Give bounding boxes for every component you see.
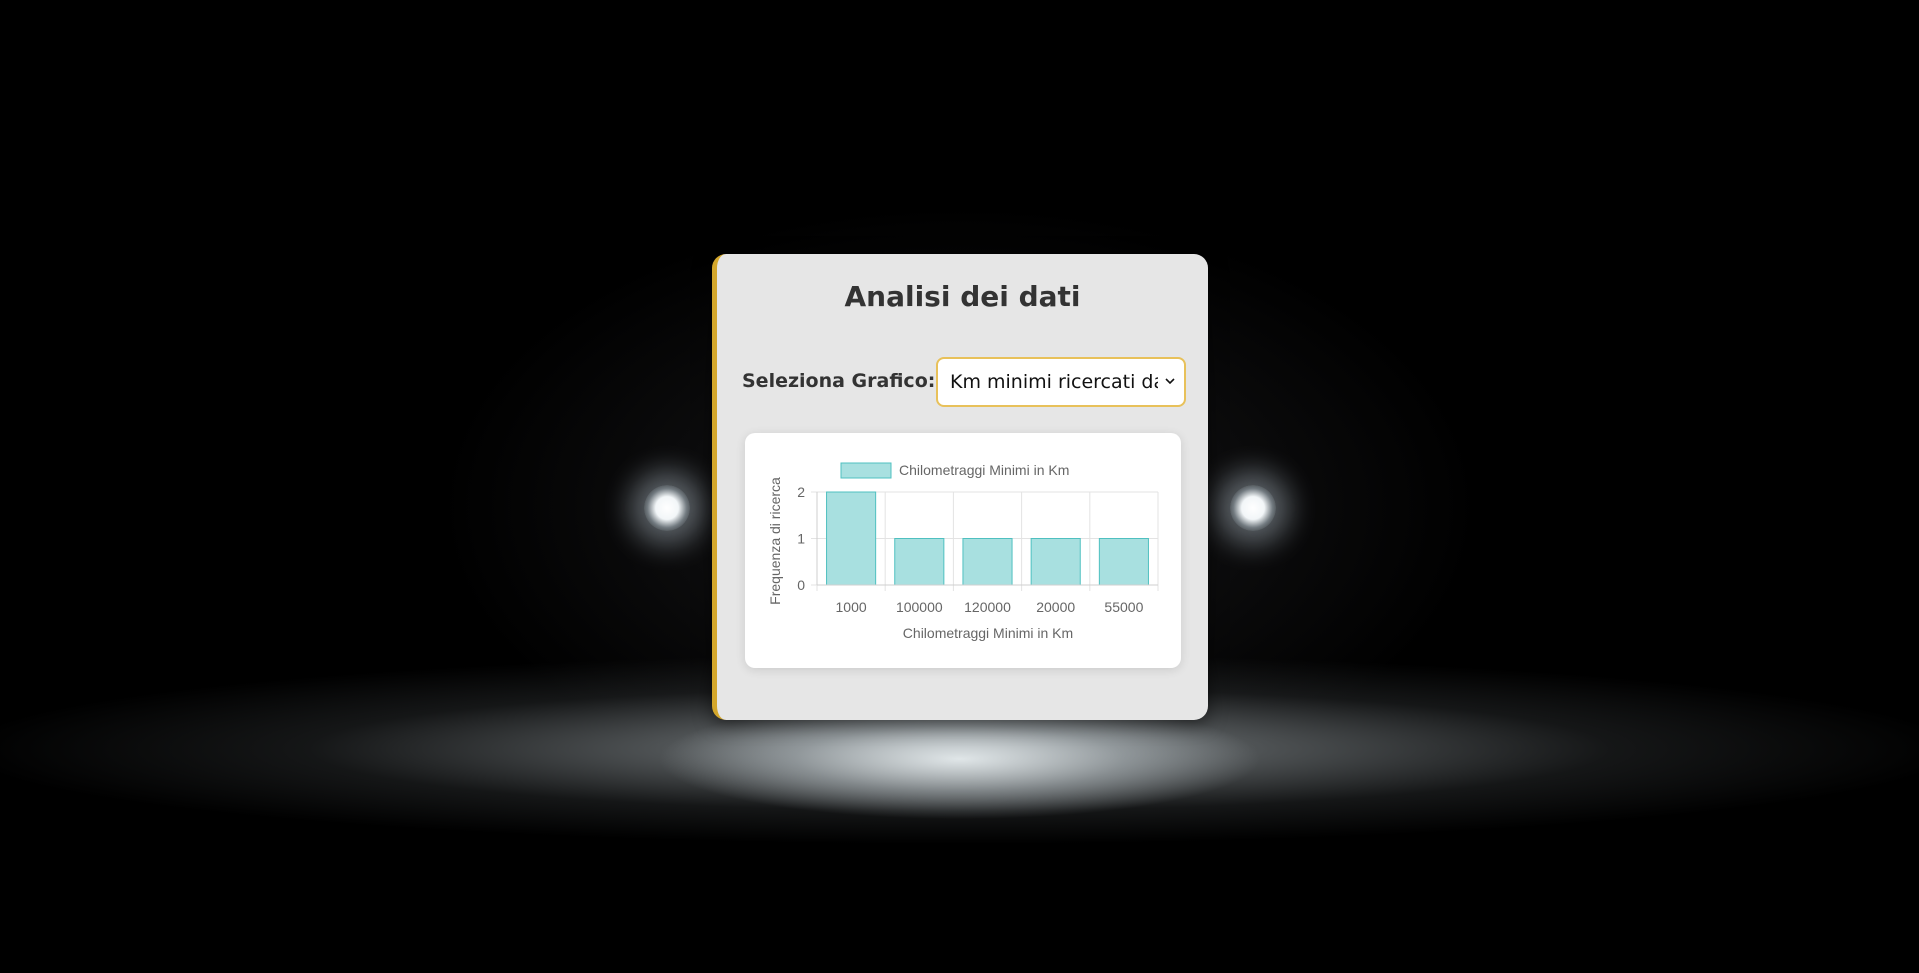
x-tick-label: 1000 (836, 599, 867, 615)
bar-1000[interactable] (826, 491, 877, 586)
select-label: Seleziona Grafico: (742, 370, 936, 392)
y-tick-label: 0 (797, 577, 805, 593)
bar-55000[interactable] (1098, 538, 1149, 586)
bar-20000[interactable] (1030, 538, 1081, 586)
page-title: Analisi dei dati (844, 280, 1081, 313)
chart-panel: 0 1 2 1000 100000 120000 20000 55000 Chilometra… (745, 433, 1181, 668)
bar-120000[interactable] (962, 538, 1013, 586)
x-tick-label: 100000 (896, 599, 943, 615)
analysis-card: Analisi dei dati Seleziona Grafico: Km m… (712, 254, 1208, 720)
x-tick-label: 120000 (964, 599, 1011, 615)
chart-select-dropdown[interactable]: Km minimi ricercati dagl (936, 357, 1186, 407)
legend-swatch (840, 462, 892, 479)
x-tick-label: 20000 (1036, 599, 1075, 615)
chart-bars (826, 491, 1149, 586)
bar-chart: 0 1 2 1000 100000 120000 20000 55000 Chilometra… (767, 462, 1159, 641)
bar-100000[interactable] (894, 538, 945, 586)
chart-legend[interactable]: Chilometraggi Minimi in Km (840, 462, 1069, 479)
x-axis-title: Chilometraggi Minimi in Km (903, 625, 1073, 641)
y-tick-label: 2 (797, 484, 805, 500)
right-headlight (1230, 485, 1276, 531)
left-headlight (644, 485, 690, 531)
x-tick-label: 55000 (1104, 599, 1143, 615)
y-axis-title: Frequenza di ricerca (767, 477, 783, 605)
legend-label: Chilometraggi Minimi in Km (899, 462, 1069, 478)
y-tick-label: 1 (797, 531, 805, 547)
select-label-container: Seleziona Grafico: (742, 370, 935, 392)
chevron-down-icon (1165, 378, 1175, 385)
chart-select-value: Km minimi ricercati dagl (950, 371, 1158, 393)
